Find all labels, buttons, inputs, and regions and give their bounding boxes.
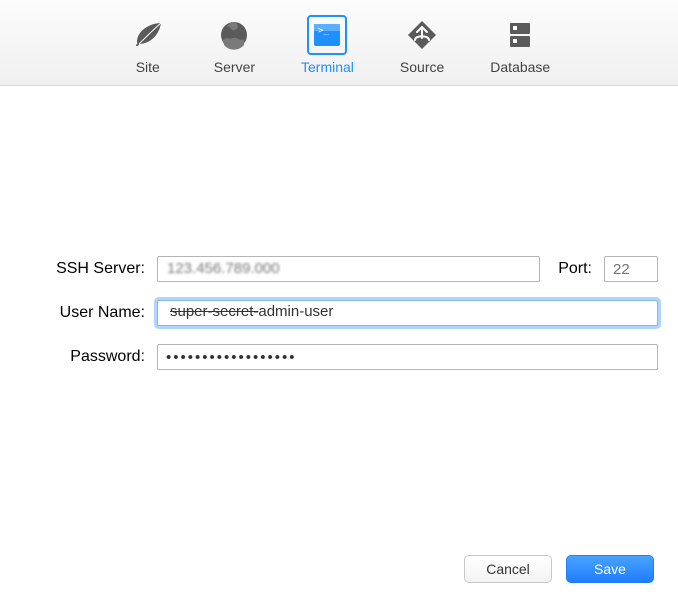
save-button[interactable]: Save bbox=[566, 555, 654, 583]
password-row: Password: bbox=[20, 344, 658, 370]
password-label: Password: bbox=[20, 348, 145, 366]
database-icon bbox=[500, 15, 540, 55]
leaf-icon bbox=[128, 15, 168, 55]
tab-site[interactable]: Site bbox=[128, 15, 168, 75]
terminal-icon: >_ bbox=[307, 15, 347, 55]
tab-label: Site bbox=[136, 59, 160, 75]
tab-label: Terminal bbox=[301, 59, 354, 75]
tab-server[interactable]: Server bbox=[214, 15, 255, 75]
ssh-server-input[interactable] bbox=[157, 256, 540, 282]
tab-label: Database bbox=[490, 59, 550, 75]
source-icon bbox=[402, 15, 442, 55]
username-label: User Name: bbox=[20, 304, 145, 322]
port-input[interactable] bbox=[604, 256, 658, 282]
cancel-button[interactable]: Cancel bbox=[464, 555, 552, 583]
dialog-buttons: Cancel Save bbox=[464, 555, 654, 583]
ssh-server-label: SSH Server: bbox=[20, 260, 145, 278]
tab-source[interactable]: Source bbox=[400, 15, 444, 75]
tab-label: Source bbox=[400, 59, 444, 75]
password-input[interactable] bbox=[157, 344, 658, 370]
toolbar: Site Server >_ Terminal bbox=[0, 0, 678, 86]
ssh-server-row: SSH Server: 123.456.789.000 Port: bbox=[20, 256, 658, 282]
username-input[interactable] bbox=[157, 300, 658, 326]
terminal-settings-form: SSH Server: 123.456.789.000 Port: User N… bbox=[0, 86, 678, 370]
tab-terminal[interactable]: >_ Terminal bbox=[301, 15, 354, 75]
globe-icon bbox=[214, 15, 254, 55]
tab-label: Server bbox=[214, 59, 255, 75]
svg-text:>_: >_ bbox=[318, 26, 329, 36]
username-row: User Name: super-secret-admin-user bbox=[20, 300, 658, 326]
tab-database[interactable]: Database bbox=[490, 15, 550, 75]
port-label: Port: bbox=[552, 260, 592, 278]
